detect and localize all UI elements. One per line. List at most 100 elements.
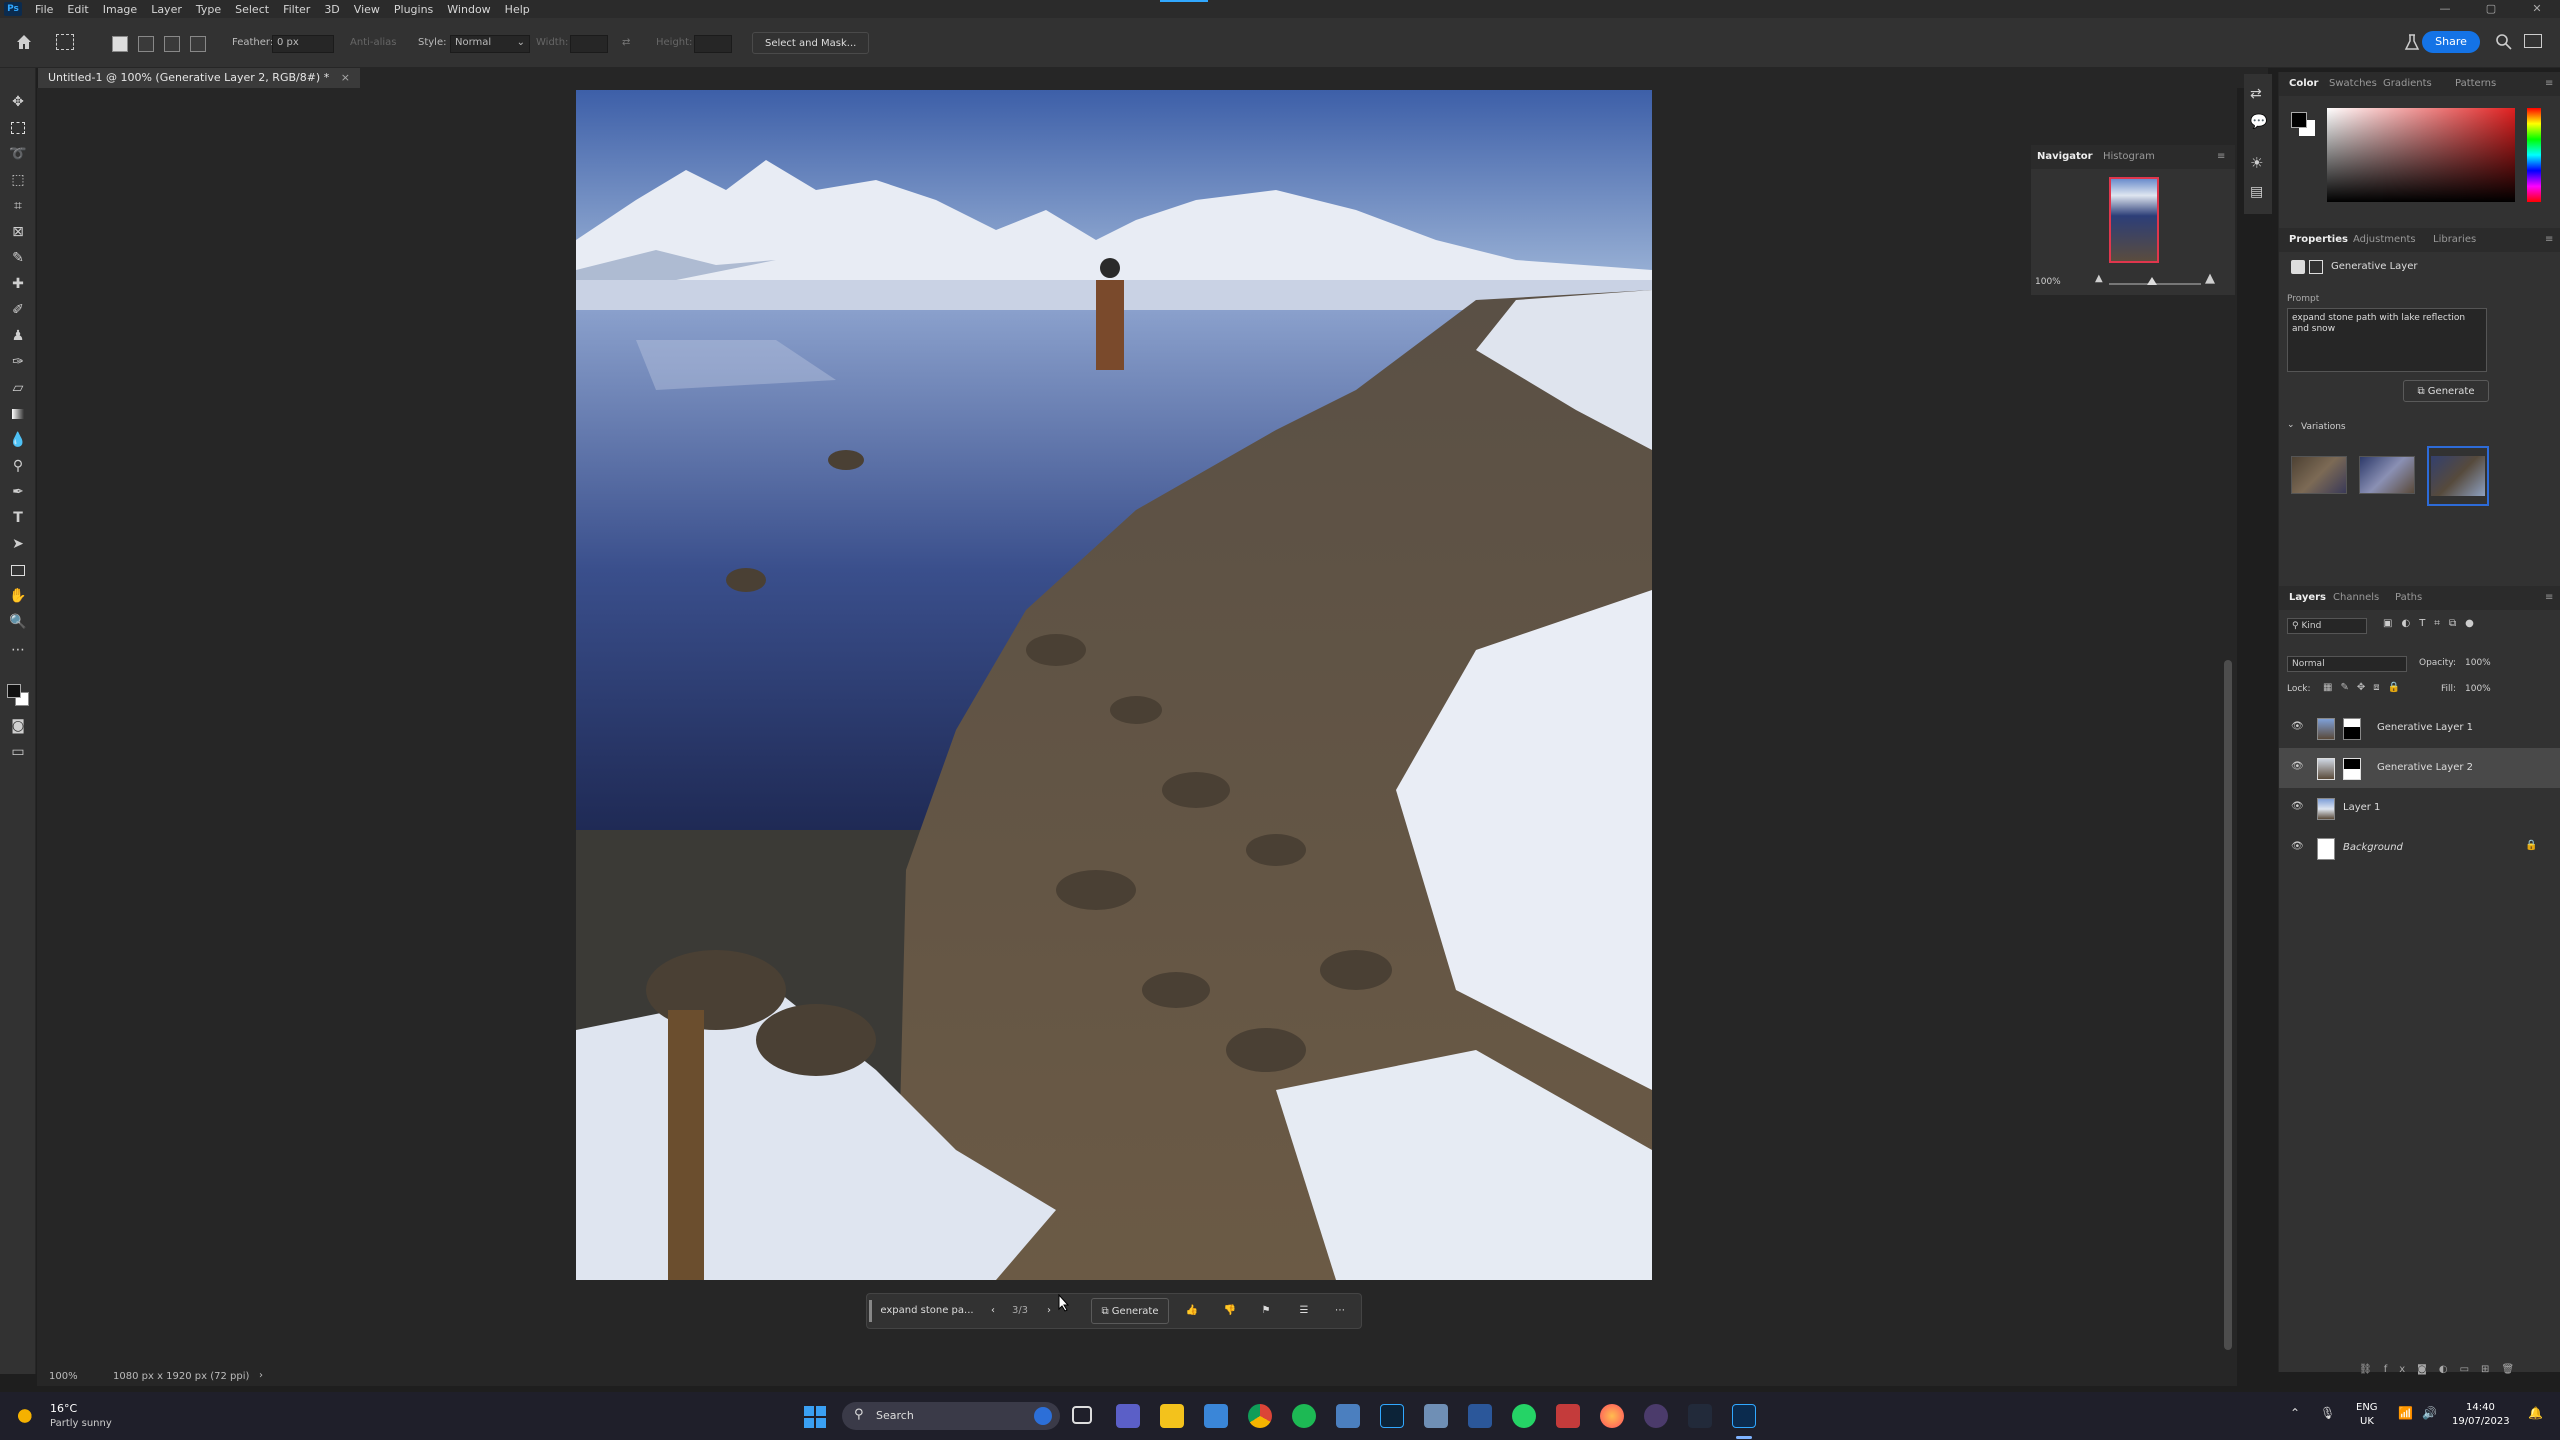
object-selection-tool-icon[interactable]: ⬚ [8, 170, 28, 190]
ruler-icon[interactable]: ▤ [2250, 184, 2263, 200]
more-tools-icon[interactable]: ⋯ [8, 640, 28, 660]
next-variation-icon[interactable]: › [1039, 1294, 1059, 1328]
gradient-tool-icon[interactable] [8, 404, 28, 424]
frame-tool-icon[interactable]: ⊠ [8, 222, 28, 242]
beaker-icon[interactable] [2402, 32, 2422, 52]
status-menu-icon[interactable]: › [259, 1370, 263, 1381]
prompt-chip[interactable]: expand stone pa... [877, 1294, 977, 1328]
anti-alias-checkbox[interactable]: Anti-alias [350, 34, 397, 52]
mail-icon[interactable] [1424, 1404, 1448, 1428]
pen-tool-icon[interactable]: ✒ [8, 482, 28, 502]
variations-chevron-icon[interactable]: ⌄ [2287, 420, 2295, 430]
visibility-eye-icon[interactable]: 👁 [2291, 802, 2305, 812]
vertical-scroll-thumb[interactable] [2224, 660, 2232, 1350]
select-and-mask-button[interactable]: Select and Mask... [752, 32, 870, 54]
firefox-icon[interactable] [1600, 1404, 1624, 1428]
language-indicator[interactable]: ENG [2356, 1402, 2378, 1413]
move-tool-icon[interactable]: ✥ [8, 92, 28, 112]
kind-filter-select[interactable]: ⚲ Kind [2287, 618, 2367, 634]
layer-row[interactable]: 👁 Generative Layer 1 [2279, 708, 2560, 748]
layers-menu-icon[interactable]: ≡ [2545, 586, 2553, 610]
tab-patterns[interactable]: Patterns [2455, 72, 2496, 96]
intersect-selection-icon[interactable] [190, 36, 206, 52]
generate-button[interactable]: ⧉ Generate [1091, 1298, 1169, 1324]
tab-libraries[interactable]: Libraries [2433, 228, 2476, 252]
volume-icon[interactable]: 🔊 [2422, 1406, 2437, 1420]
notifications-icon[interactable]: 🔔 [2528, 1406, 2543, 1420]
variation-thumbnail-3[interactable] [2427, 446, 2489, 506]
tray-overflow-icon[interactable]: ⌃ [2290, 1406, 2300, 1420]
new-group-icon[interactable]: ▭ [2460, 1364, 2481, 1375]
menu-filter[interactable]: Filter [276, 3, 317, 16]
tab-properties[interactable]: Properties [2289, 228, 2348, 252]
document-image[interactable] [576, 90, 1652, 1280]
more-options-icon[interactable]: ⋯ [1329, 1294, 1351, 1328]
lasso-tool-icon[interactable]: ➰ [8, 144, 28, 164]
variation-thumbnail-2[interactable] [2359, 456, 2415, 494]
zoom-level[interactable]: 100% [49, 1371, 78, 1382]
start-button[interactable] [804, 1406, 826, 1428]
layer-row[interactable]: 👁 Background 🔒 [2279, 828, 2560, 868]
menu-image[interactable]: Image [96, 3, 144, 16]
obs-icon[interactable] [1644, 1404, 1668, 1428]
whatsapp-icon[interactable] [1512, 1404, 1536, 1428]
foreground-color-swatch[interactable] [7, 684, 21, 698]
lock-position-icon[interactable]: ✥ [2357, 682, 2373, 693]
eraser-tool-icon[interactable]: ▱ [8, 378, 28, 398]
brush-tool-icon[interactable]: ✐ [8, 300, 28, 320]
task-view-icon[interactable] [1072, 1406, 1092, 1424]
maximize-button[interactable]: ▢ [2468, 0, 2514, 18]
flag-icon[interactable]: ⚑ [1255, 1294, 1277, 1328]
filter-shape-icon[interactable]: ⌗ [2434, 618, 2449, 629]
region-indicator[interactable]: UK [2360, 1416, 2374, 1427]
filter-type-icon[interactable]: T [2419, 618, 2434, 629]
add-selection-icon[interactable] [138, 36, 154, 52]
tab-layers[interactable]: Layers [2289, 586, 2326, 610]
type-tool-icon[interactable]: T [8, 508, 28, 528]
screen-mode-icon[interactable]: ▭ [8, 742, 28, 762]
lock-transparent-icon[interactable]: ▦ [2323, 682, 2340, 693]
crop-tool-icon[interactable]: ⌗ [8, 196, 28, 216]
wifi-icon[interactable]: 📶 [2398, 1406, 2413, 1420]
clone-stamp-tool-icon[interactable]: ♟ [8, 326, 28, 346]
notepad-icon[interactable] [1204, 1404, 1228, 1428]
filter-smart-object-icon[interactable]: ⧉ [2449, 618, 2465, 629]
rectangle-tool-icon[interactable] [8, 560, 28, 580]
tab-navigator[interactable]: Navigator [2037, 145, 2093, 169]
workspace-icon[interactable] [2524, 34, 2542, 48]
menu-layer[interactable]: Layer [144, 3, 189, 16]
style-select[interactable]: Normal ⌄ [450, 35, 530, 53]
new-selection-icon[interactable] [112, 36, 128, 52]
thumbs-up-icon[interactable]: 👍 [1181, 1294, 1203, 1328]
fx-icon[interactable]: fx [2384, 1364, 2417, 1375]
new-adjustment-icon[interactable]: ◐ [2439, 1364, 2460, 1375]
new-layer-icon[interactable]: ⊞ [2481, 1364, 2501, 1375]
clock-time[interactable]: 14:40 [2466, 1402, 2495, 1413]
navigator-thumbnail[interactable] [2109, 177, 2159, 263]
comments-icon[interactable]: 💬 [2250, 114, 2267, 130]
hand-tool-icon[interactable]: ✋ [8, 586, 28, 606]
close-window-button[interactable]: ✕ [2514, 0, 2560, 18]
tab-gradients[interactable]: Gradients [2383, 72, 2432, 96]
calculator-icon[interactable] [1336, 1404, 1360, 1428]
blend-mode-select[interactable]: Normal [2287, 656, 2407, 672]
drag-handle[interactable] [869, 1300, 872, 1322]
menu-3d[interactable]: 3D [317, 3, 346, 16]
settings-sliders-icon[interactable]: ☰ [1293, 1294, 1315, 1328]
visibility-eye-icon[interactable]: 👁 [2291, 722, 2305, 732]
minimize-button[interactable]: — [2422, 0, 2468, 18]
teams-chat-icon[interactable] [1116, 1404, 1140, 1428]
adjustments-sun-icon[interactable]: ☀ [2250, 154, 2263, 172]
filter-adjustment-icon[interactable]: ◐ [2401, 618, 2419, 629]
share-button[interactable]: Share [2422, 31, 2480, 53]
lock-pixels-icon[interactable]: ✎ [2340, 682, 2356, 693]
chrome-icon[interactable] [1248, 1404, 1272, 1428]
tab-color[interactable]: Color [2289, 72, 2318, 96]
height-input[interactable] [694, 35, 732, 53]
menu-select[interactable]: Select [228, 3, 276, 16]
document-tab[interactable]: Untitled-1 @ 100% (Generative Layer 2, R… [38, 68, 360, 88]
healing-brush-tool-icon[interactable]: ✚ [8, 274, 28, 294]
tab-swatches[interactable]: Swatches [2329, 72, 2377, 96]
width-input[interactable] [570, 35, 608, 53]
quick-mask-icon[interactable]: ◙ [8, 716, 28, 736]
